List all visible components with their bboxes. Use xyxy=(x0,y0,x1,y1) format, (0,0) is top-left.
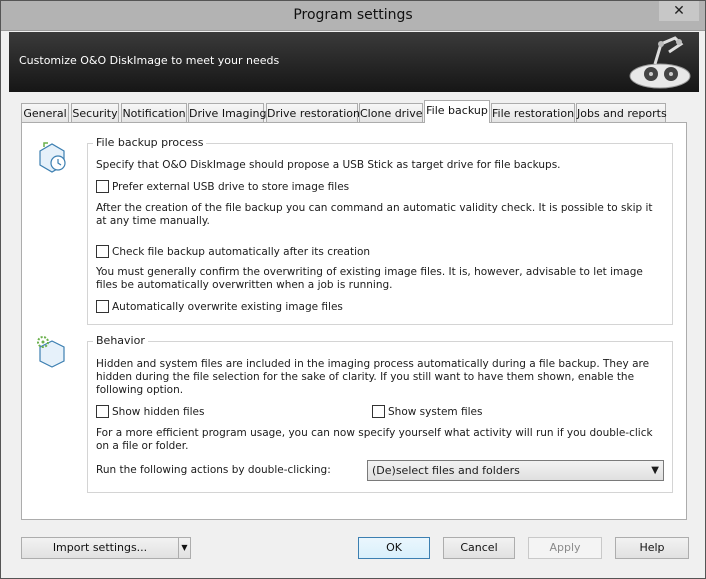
show-system-label[interactable]: Show system files xyxy=(388,406,482,418)
show-hidden-label[interactable]: Show hidden files xyxy=(112,406,205,418)
header-banner: Customize O&O DiskImage to meet your nee… xyxy=(9,32,699,92)
banner-text: Customize O&O DiskImage to meet your nee… xyxy=(19,54,280,67)
tab-drive-restoration[interactable]: Drive restoration xyxy=(266,103,360,123)
prefer-usb-checkbox[interactable]: Prefer external USB drive to store image… xyxy=(96,180,349,193)
behavior-title: Behavior xyxy=(93,334,148,347)
checkbox-box[interactable] xyxy=(96,245,109,258)
validity-description: After the creation of the file backup yo… xyxy=(96,202,653,227)
close-icon[interactable]: ✕ xyxy=(659,1,699,21)
double-click-label: Run the following actions by double-clic… xyxy=(96,464,331,476)
auto-overwrite-checkbox[interactable]: Automatically overwrite existing image f… xyxy=(96,300,343,313)
checkbox-box[interactable] xyxy=(372,405,385,418)
tab-drive-imaging[interactable]: Drive Imaging xyxy=(188,103,267,123)
tab-general[interactable]: General xyxy=(21,103,69,123)
show-hidden-checkbox[interactable]: Show hidden files xyxy=(96,405,205,418)
show-system-checkbox[interactable]: Show system files xyxy=(372,405,482,418)
cancel-button[interactable]: Cancel xyxy=(443,537,515,559)
file-backup-process-group: File backup process Specify that O&O Dis… xyxy=(87,136,673,325)
check-backup-checkbox[interactable]: Check file backup automatically after it… xyxy=(96,245,370,258)
behavior-settings-icon xyxy=(37,336,65,368)
double-click-action-select[interactable]: (De)select files and folders ▼ xyxy=(367,460,664,481)
check-backup-label[interactable]: Check file backup automatically after it… xyxy=(112,246,370,258)
chevron-down-icon[interactable]: ▼ xyxy=(651,461,659,480)
checkbox-box[interactable] xyxy=(96,180,109,193)
tab-security[interactable]: Security xyxy=(71,103,119,123)
hidden-files-description: Hidden and system files are included in … xyxy=(96,358,650,396)
usb-description: Specify that O&O DiskImage should propos… xyxy=(96,159,561,171)
title-bar[interactable]: Program settings ✕ xyxy=(1,1,705,31)
tab-notification[interactable]: Notification xyxy=(121,103,187,123)
auto-overwrite-label[interactable]: Automatically overwrite existing image f… xyxy=(112,301,343,313)
double-click-action-value[interactable]: (De)select files and folders xyxy=(372,464,520,477)
tab-clone-drive[interactable]: Clone drive xyxy=(359,103,423,123)
double-click-description: For a more efficient program usage, you … xyxy=(96,427,653,452)
window-title: Program settings xyxy=(293,7,413,23)
apply-button[interactable]: Apply xyxy=(528,537,602,559)
checkbox-box[interactable] xyxy=(96,300,109,313)
checkbox-box[interactable] xyxy=(96,405,109,418)
tab-jobs-and-reports[interactable]: Jobs and reports xyxy=(576,103,667,123)
program-settings-window: Program settings ✕ Customize O&O DiskIma… xyxy=(0,0,706,579)
tab-file-restoration[interactable]: File restoration xyxy=(491,103,575,123)
overwrite-description: You must generally confirm the overwriti… xyxy=(96,266,643,291)
file-backup-process-title: File backup process xyxy=(93,136,207,149)
chevron-down-icon[interactable]: ▼ xyxy=(178,538,190,558)
ok-button[interactable]: OK xyxy=(358,537,430,559)
help-button[interactable]: Help xyxy=(615,537,689,559)
file-backup-icon xyxy=(39,142,66,173)
tab-file-backup[interactable]: File backup xyxy=(424,100,490,123)
import-settings-label[interactable]: Import settings... xyxy=(53,541,147,554)
disk-robot-logo-icon xyxy=(629,36,691,89)
behavior-group: Behavior Hidden and system files are inc… xyxy=(87,334,673,493)
import-settings-button[interactable]: Import settings... ▼ xyxy=(21,537,191,559)
file-backup-panel: File backup process Specify that O&O Dis… xyxy=(21,122,687,520)
prefer-usb-label[interactable]: Prefer external USB drive to store image… xyxy=(112,181,349,193)
